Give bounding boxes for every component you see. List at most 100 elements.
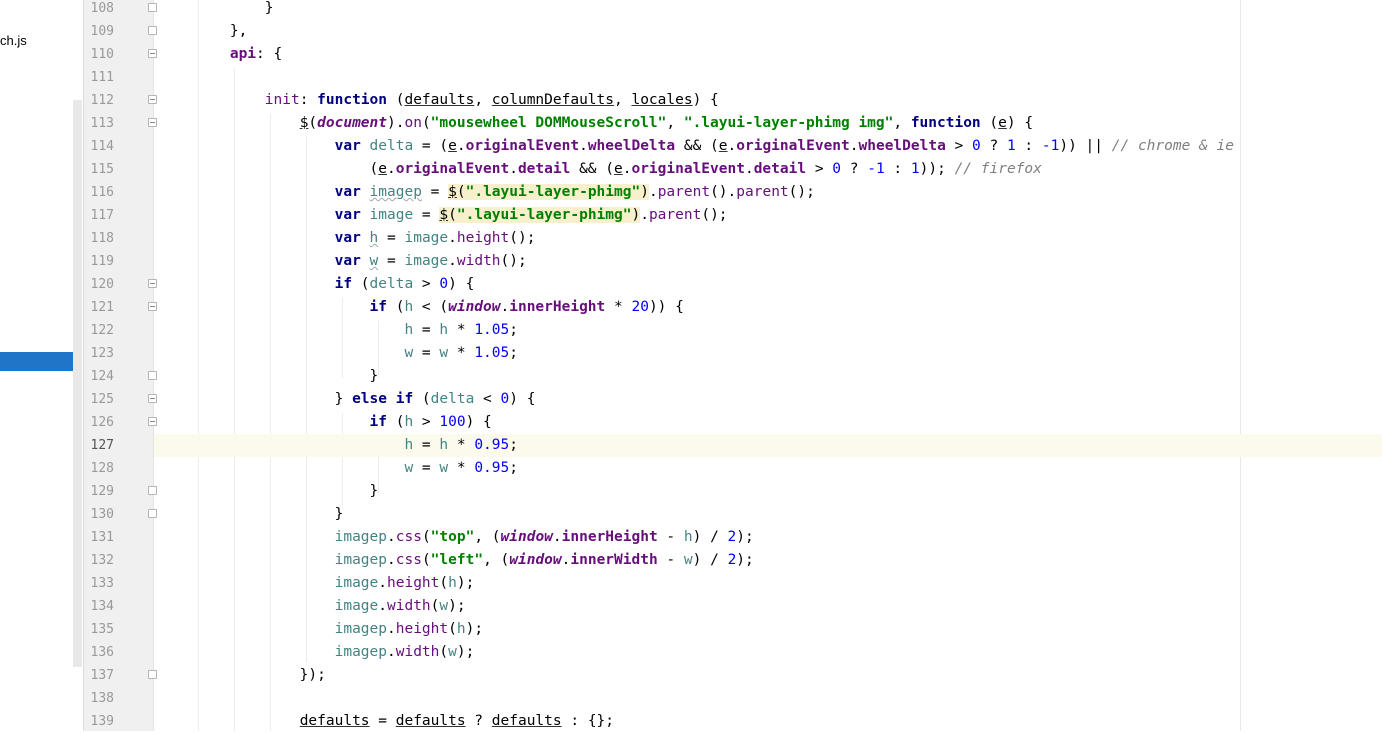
code-line[interactable]: 119 var w = image.width(); [0,250,1382,273]
fold-collapse-icon[interactable] [148,394,157,403]
code-token: ) [640,184,649,200]
code-token: $ [448,184,457,200]
fold-end-icon[interactable] [148,3,157,12]
code-token: innerHeight [561,529,658,545]
code-line[interactable]: 139 defaults = defaults ? defaults : {}; [0,710,1382,733]
code-token: var [334,253,361,269]
code-line[interactable]: 121 if (h < (window.innerHeight * 20)) { [0,296,1382,319]
line-number: 112 [90,93,114,108]
code-text: if (h > 100) { [160,413,492,432]
code-line[interactable]: 118 var h = image.height(); [0,227,1382,250]
code-line[interactable]: 111 [0,66,1382,89]
code-token: window [500,529,553,545]
code-token: e [718,138,728,154]
fold-collapse-icon[interactable] [148,417,157,426]
fold-collapse-icon[interactable] [148,279,157,288]
code-token: 20 [631,299,649,315]
code-token: width [456,253,501,269]
code-line[interactable]: 132 imagep.css("left", (window.innerWidt… [0,549,1382,572]
code-line[interactable]: 122 h = h * 1.05; [0,319,1382,342]
code-line[interactable]: 129 } [0,480,1382,503]
code-token: ; [509,460,518,476]
code-line[interactable]: 130 } [0,503,1382,526]
code-token: ".layui-layer-phimg img" [683,115,894,131]
code-text: image.height(h); [160,574,475,593]
code-line[interactable]: 120 if (delta > 0) { [0,273,1382,296]
code-token: var [334,138,361,154]
code-line[interactable]: 113 $(document).on("mousewheel DOMMouseS… [0,112,1382,135]
fold-end-icon[interactable] [148,670,157,679]
line-number: 108 [90,1,114,16]
line-number: 122 [90,323,114,338]
code-line[interactable]: 125 } else if (delta < 0) { [0,388,1382,411]
code-token: wheelDelta [587,138,676,154]
code-token: , [893,115,911,131]
code-line[interactable]: 134 image.width(w); [0,595,1382,618]
code-token: = ( [413,138,449,154]
code-token: h [439,437,449,453]
code-line[interactable]: 114 var delta = (e.originalEvent.wheelDe… [0,135,1382,158]
code-line[interactable]: 128 w = w * 0.95; [0,457,1382,480]
code-line[interactable]: 138 [0,687,1382,710]
line-number: 127 [90,438,114,453]
code-token: ); [456,644,475,660]
fold-end-icon[interactable] [148,26,157,35]
code-line[interactable]: 133 image.height(h); [0,572,1382,595]
code-text: h = h * 1.05; [160,321,518,340]
fold-collapse-icon[interactable] [148,95,157,104]
code-line[interactable]: 109 }, [0,20,1382,43]
code-line[interactable]: 127 h = h * 0.95; [0,434,1382,457]
code-line[interactable]: 123 w = w * 1.05; [0,342,1382,365]
code-token: (); [500,253,527,269]
code-token: parent [657,184,711,200]
fold-collapse-icon[interactable] [148,49,157,58]
code-line[interactable]: 112 init: function (defaults, columnDefa… [0,89,1382,112]
code-token: 0.95 [474,437,510,453]
code-token: . [387,529,396,545]
code-line[interactable]: 124 } [0,365,1382,388]
code-line[interactable]: 116 var imagep = $(".layui-layer-phimg")… [0,181,1382,204]
fold-end-icon[interactable] [148,371,157,380]
code-token: image [334,598,379,614]
code-text: var h = image.height(); [160,229,536,248]
code-line[interactable]: 110 api: { [0,43,1382,66]
code-line[interactable]: 137 }); [0,664,1382,687]
code-line[interactable]: 108 } [0,0,1382,20]
code-token: 1.05 [474,345,510,361]
fold-end-icon[interactable] [148,509,157,518]
code-token: w [369,253,379,269]
code-editor[interactable]: 108 } 109 }, 110 api: {111 112 init: functi… [0,0,1382,733]
fold-collapse-icon[interactable] [148,118,157,127]
code-token: image [334,575,379,591]
code-line[interactable]: 131 imagep.css("top", (window.innerHeigh… [0,526,1382,549]
code-token: if [369,299,387,315]
code-token: h [404,437,414,453]
code-token: imagep [334,529,387,545]
fold-end-icon[interactable] [148,486,157,495]
line-number: 125 [90,392,114,407]
code-token: imagep [334,644,387,660]
code-token: "left" [430,552,484,568]
code-token: )) { [648,299,684,315]
code-text: var delta = (e.originalEvent.wheelDelta … [160,137,1234,156]
code-line[interactable]: 117 var image = $(".layui-layer-phimg").… [0,204,1382,227]
code-token: = [421,184,449,200]
code-text: imagep.css("top", (window.innerHeight - … [160,528,754,547]
code-line[interactable]: 136 imagep.width(w); [0,641,1382,664]
line-number: 133 [90,576,114,591]
line-number: 124 [90,369,114,384]
code-token: : [299,92,318,108]
code-token: columnDefaults [491,92,614,108]
code-text: var image = $(".layui-layer-phimg").pare… [160,206,728,225]
fold-collapse-icon[interactable] [148,302,157,311]
code-line[interactable]: 115 (e.originalEvent.detail && (e.origin… [0,158,1382,181]
code-line[interactable]: 126 if (h > 100) { [0,411,1382,434]
code-token: . [744,161,754,177]
code-token: var [334,230,361,246]
code-line[interactable]: 135 imagep.height(h); [0,618,1382,641]
